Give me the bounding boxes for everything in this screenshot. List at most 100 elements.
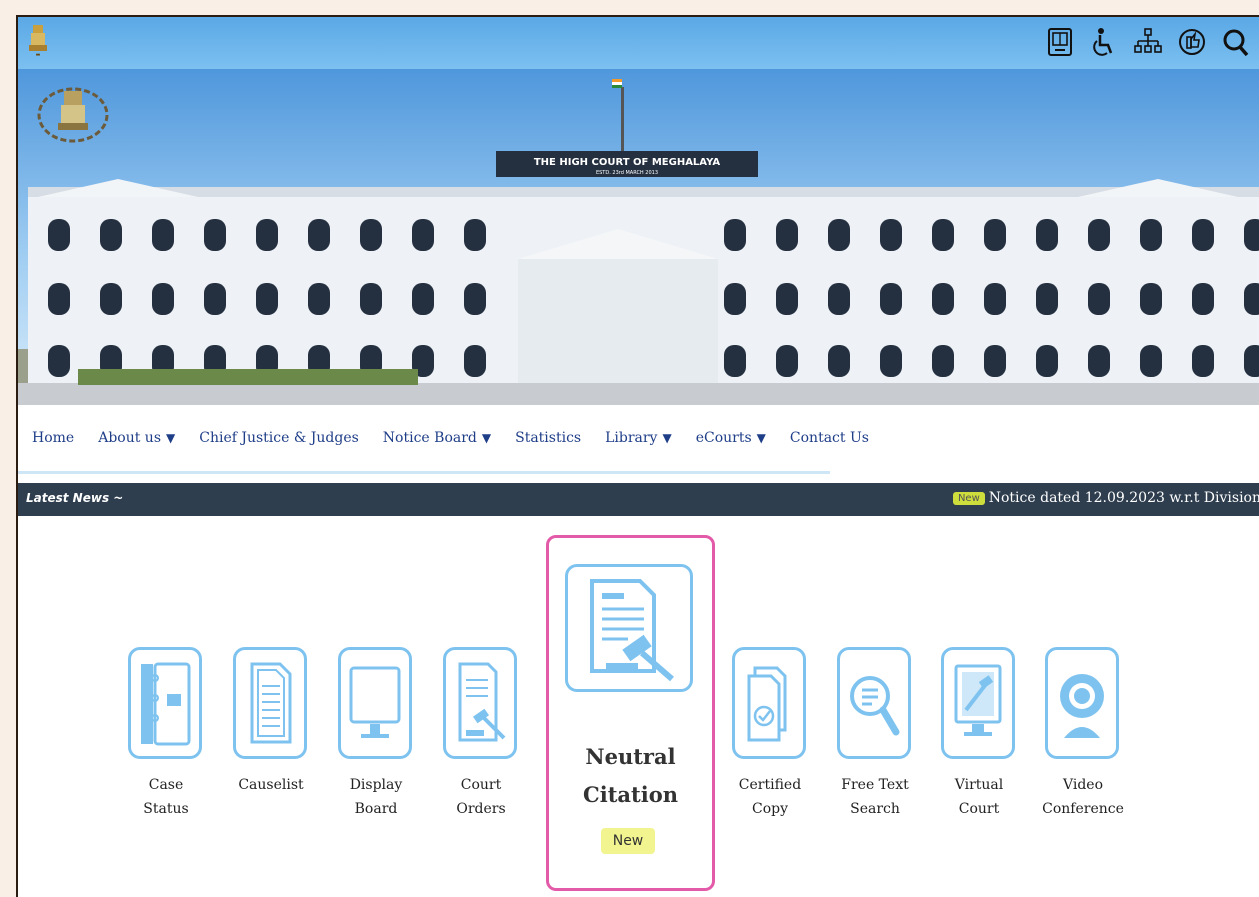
building-window — [412, 219, 434, 251]
service-label-line1: Display — [349, 777, 403, 793]
building-window — [1036, 219, 1058, 251]
court-orders-icon[interactable] — [443, 647, 517, 759]
news-ticker-text[interactable]: Notice dated 12.09.2023 w.r.t Division — [989, 490, 1259, 506]
building-window — [152, 283, 174, 315]
dropdown-arrow-icon: ▼ — [662, 431, 672, 445]
building-window — [932, 219, 954, 251]
service-label-line2: Court — [958, 801, 1000, 817]
nav-item-library[interactable]: Library ▼ — [605, 430, 672, 446]
dropdown-arrow-icon: ▼ — [756, 431, 766, 445]
video-conference-icon[interactable] — [1045, 647, 1119, 759]
high-court-building-image: THE HIGH COURT OF MEGHALAYA ESTD. 23rd M… — [18, 79, 1259, 405]
virtual-court-icon[interactable] — [941, 647, 1015, 759]
building-window — [776, 283, 798, 315]
screen-reader-icon[interactable] — [1045, 25, 1075, 59]
building-window — [828, 219, 850, 251]
latest-news-bar: Latest News ~ New Notice dated 12.09.202… — [18, 483, 1259, 516]
service-label-line1: Case — [148, 777, 184, 793]
building-window — [932, 345, 954, 377]
service-certified-copy[interactable]: Certified Copy — [732, 647, 808, 847]
building-window — [464, 219, 486, 251]
feedback-icon[interactable] — [1177, 25, 1207, 59]
dropdown-arrow-icon: ▼ — [166, 431, 176, 445]
building-window — [1140, 345, 1162, 377]
nav-item-home[interactable]: Home — [32, 430, 74, 446]
display-board-icon[interactable] — [338, 647, 412, 759]
service-label-line2: Conference — [1042, 801, 1124, 817]
building-sign-line2: ESTD. 23rd MARCH 2013 — [596, 170, 658, 176]
latest-news-label: Latest News ~ — [26, 491, 124, 505]
building-window — [880, 345, 902, 377]
featured-label-line1: Neutral — [585, 744, 676, 769]
hero-banner: THE HIGH COURT OF MEGHALAYA ESTD. 23rd M… — [18, 69, 1259, 405]
nav-item-chief-justice-judges[interactable]: Chief Justice & Judges — [199, 430, 359, 446]
building-window — [1244, 345, 1259, 377]
case-status-icon[interactable] — [128, 647, 202, 759]
new-badge: New — [601, 828, 655, 854]
service-label-line1: Causelist — [238, 777, 304, 793]
certified-copy-icon[interactable] — [732, 647, 806, 759]
service-case-status[interactable]: Case Status — [128, 647, 204, 847]
building-window — [1088, 219, 1110, 251]
building-window — [1036, 283, 1058, 315]
sitemap-icon[interactable] — [1133, 25, 1163, 59]
building-window — [776, 345, 798, 377]
search-icon[interactable] — [1221, 25, 1251, 59]
building-window — [100, 283, 122, 315]
free-text-search-icon[interactable] — [837, 647, 911, 759]
service-display-board[interactable]: Display Board — [338, 647, 414, 847]
building-window — [48, 219, 70, 251]
top-bar: ▬ — [18, 17, 1259, 69]
building-window — [1088, 283, 1110, 315]
svg-text:▬: ▬ — [36, 52, 41, 57]
building-window — [880, 219, 902, 251]
nav-item-statistics[interactable]: Statistics — [515, 430, 581, 446]
nav-item-about-us[interactable]: About us ▼ — [98, 430, 175, 446]
nav-item-contact-us[interactable]: Contact Us — [790, 430, 869, 446]
new-badge: New — [952, 491, 985, 505]
nav-item-ecourts[interactable]: eCourts ▼ — [696, 430, 766, 446]
building-window — [48, 345, 70, 377]
building-window — [724, 345, 746, 377]
state-emblem-icon[interactable]: ▬ — [26, 23, 50, 57]
service-label-line1: Video — [1062, 777, 1104, 793]
service-video-conference[interactable]: Video Conference — [1042, 647, 1124, 847]
building-window — [1192, 219, 1214, 251]
building-window — [1140, 283, 1162, 315]
accessibility-icon[interactable] — [1089, 25, 1119, 59]
service-court-orders[interactable]: Court Orders — [443, 647, 519, 847]
causelist-icon[interactable] — [233, 647, 307, 759]
building-window — [204, 283, 226, 315]
service-label-line2: Search — [850, 801, 900, 817]
building-window — [464, 345, 486, 377]
building-sign-line1: THE HIGH COURT OF MEGHALAYA — [534, 157, 721, 168]
service-label-line1: Free Text — [841, 777, 909, 793]
service-label-line2: Copy — [751, 801, 788, 817]
main-nav: Home About us ▼ Chief Justice & Judges No… — [18, 405, 869, 474]
neutral-citation-icon[interactable] — [565, 564, 693, 692]
service-label-line1: Court — [460, 777, 502, 793]
building-window — [48, 283, 70, 315]
building-window — [984, 283, 1006, 315]
building-window — [360, 219, 382, 251]
emblem-logo-icon — [37, 87, 109, 143]
building-window — [256, 283, 278, 315]
service-causelist[interactable]: Causelist — [233, 647, 309, 847]
building-window — [464, 283, 486, 315]
building-window — [1088, 345, 1110, 377]
building-window — [360, 283, 382, 315]
news-ticker[interactable]: New Notice dated 12.09.2023 w.r.t Divisi… — [952, 490, 1259, 506]
building-window — [724, 283, 746, 315]
building-window — [984, 345, 1006, 377]
building-window — [1192, 283, 1214, 315]
building-window — [880, 283, 902, 315]
nav-item-notice-board[interactable]: Notice Board ▼ — [383, 430, 491, 446]
service-label-line1: Virtual — [954, 777, 1004, 793]
service-free-text-search[interactable]: Free Text Search — [837, 647, 913, 847]
building-window — [724, 219, 746, 251]
building-window — [256, 219, 278, 251]
service-neutral-citation[interactable]: Neutral Citation New — [546, 535, 715, 891]
building-window — [100, 219, 122, 251]
service-virtual-court[interactable]: Virtual Court — [941, 647, 1017, 847]
service-label-line2: Orders — [456, 801, 506, 817]
